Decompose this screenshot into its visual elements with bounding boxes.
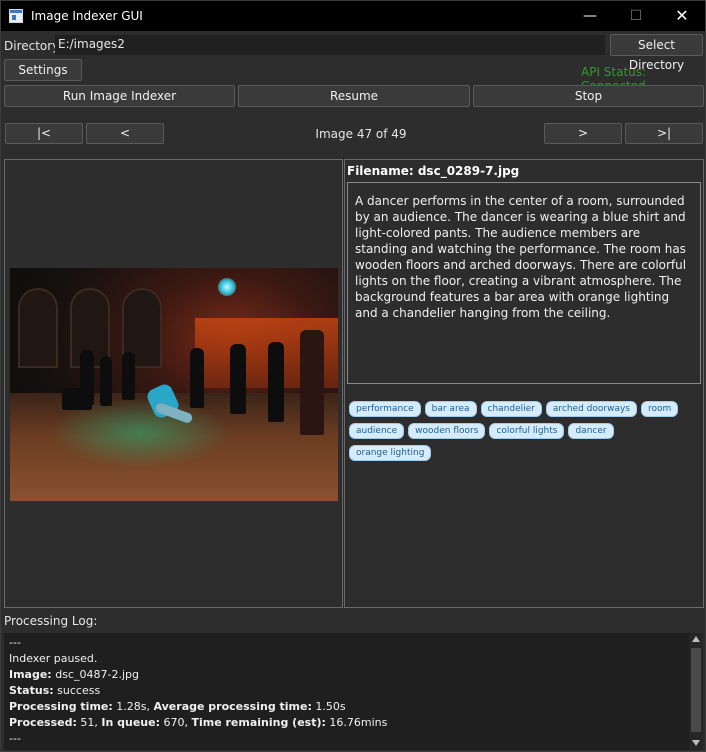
tag-item[interactable]: wooden floors xyxy=(408,423,486,439)
main-window: Image Indexer GUI — ☐ ✕ Directory: E:/im… xyxy=(0,0,706,752)
scroll-thumb[interactable] xyxy=(691,648,701,732)
scroll-down-icon[interactable] xyxy=(692,740,700,746)
log-scrollbar[interactable] xyxy=(689,633,703,750)
tag-item[interactable]: audience xyxy=(349,423,405,439)
tag-item[interactable]: bar area xyxy=(424,401,477,417)
directory-field[interactable]: E:/images2 xyxy=(55,35,605,55)
log-progress-line: Processed: 51, In queue: 670, Time remai… xyxy=(9,716,388,729)
details-panel: Filename: dsc_0289-7.jpg A dancer perfor… xyxy=(344,159,704,608)
tag-list: performance bar area chandelier arched door… xyxy=(349,400,699,466)
first-image-button[interactable]: |< xyxy=(5,123,83,144)
minimize-button[interactable]: — xyxy=(567,1,613,31)
log-label: Processing Log: xyxy=(4,614,98,628)
stop-button[interactable]: Stop xyxy=(473,85,704,107)
filename-value: dsc_0289-7.jpg xyxy=(417,164,520,178)
log-text: --- Indexer paused. Image: dsc_0487-2.jp… xyxy=(9,635,687,747)
filename-label: Filename: xyxy=(347,164,414,178)
tag-item[interactable]: performance xyxy=(349,401,421,417)
tag-item[interactable]: room xyxy=(640,401,679,417)
maximize-button[interactable]: ☐ xyxy=(613,1,659,31)
resume-button[interactable]: Resume xyxy=(238,85,470,107)
log-timing-line: Processing time: 1.28s, Average processi… xyxy=(9,700,346,713)
log-separator: --- xyxy=(9,732,21,745)
next-image-button[interactable]: > xyxy=(544,123,622,144)
log-image-line: Image: dsc_0487-2.jpg xyxy=(9,668,139,681)
tag-item[interactable]: dancer xyxy=(568,423,614,439)
log-status-line: Status: success xyxy=(9,684,101,697)
title-bar: Image Indexer GUI — ☐ ✕ xyxy=(1,1,705,31)
image-preview xyxy=(10,268,338,501)
log-paused-line: Indexer paused. xyxy=(9,652,98,665)
previous-image-button[interactable]: < xyxy=(86,123,164,144)
description-text[interactable]: A dancer performs in the center of a roo… xyxy=(347,182,701,384)
app-window-icon xyxy=(9,9,23,23)
tag-item[interactable]: orange lighting xyxy=(349,445,432,461)
last-image-button[interactable]: >| xyxy=(625,123,703,144)
settings-button[interactable]: Settings xyxy=(4,59,82,81)
image-preview-panel xyxy=(4,159,343,608)
tag-item[interactable]: arched doorways xyxy=(545,401,637,417)
tag-item[interactable]: colorful lights xyxy=(489,423,565,439)
image-counter: Image 47 of 49 xyxy=(315,127,407,141)
close-button[interactable]: ✕ xyxy=(659,1,705,31)
processing-log[interactable]: --- Indexer paused. Image: dsc_0487-2.jp… xyxy=(4,633,703,750)
select-directory-button[interactable]: Select Directory xyxy=(610,34,703,72)
run-indexer-button[interactable]: Run Image Indexer xyxy=(4,85,235,107)
window-title: Image Indexer GUI xyxy=(31,9,143,23)
directory-label: Directory: xyxy=(4,39,63,53)
filename-line: Filename: dsc_0289-7.jpg xyxy=(347,164,519,178)
tag-item[interactable]: chandelier xyxy=(480,401,542,417)
log-separator: --- xyxy=(9,636,21,649)
scroll-up-icon[interactable] xyxy=(692,636,700,642)
